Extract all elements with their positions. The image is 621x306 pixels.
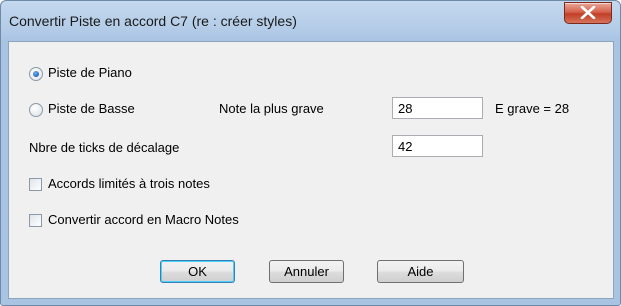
bass-track-radio[interactable] (29, 103, 43, 117)
close-icon (580, 6, 596, 19)
help-button[interactable]: Aide (377, 260, 464, 283)
dialog-content: Piste de Piano Piste de Basse Note la pl… (8, 41, 614, 299)
close-button[interactable] (564, 2, 612, 24)
offset-ticks-label: Nbre de ticks de décalage (29, 140, 180, 155)
three-notes-label[interactable]: Accords limités à trois notes (48, 176, 210, 191)
dialog-window: Convertir Piste en accord C7 (re : créer… (0, 0, 621, 306)
title-bar[interactable]: Convertir Piste en accord C7 (re : créer… (1, 1, 620, 41)
lowest-note-label: Note la plus grave (219, 101, 324, 116)
macro-notes-label[interactable]: Convertir accord en Macro Notes (48, 212, 239, 227)
piano-track-radio[interactable] (29, 67, 43, 81)
lowest-note-input[interactable]: 28 (392, 97, 483, 119)
piano-track-label[interactable]: Piste de Piano (48, 65, 132, 80)
window-title: Convertir Piste en accord C7 (re : créer… (9, 13, 297, 29)
offset-ticks-input[interactable]: 42 (392, 135, 483, 157)
bass-track-label[interactable]: Piste de Basse (48, 101, 135, 116)
three-notes-checkbox[interactable] (29, 178, 42, 191)
ok-button[interactable]: OK (160, 260, 235, 283)
lowest-note-hint: E grave = 28 (495, 101, 570, 116)
macro-notes-checkbox[interactable] (29, 214, 42, 227)
cancel-button[interactable]: Annuler (269, 260, 344, 283)
